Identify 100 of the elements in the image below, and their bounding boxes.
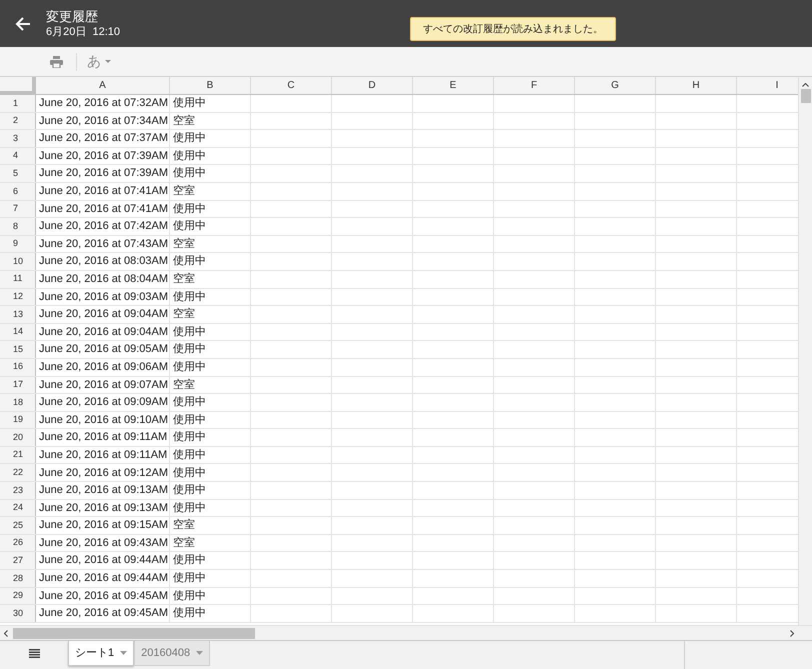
- scroll-up-icon: [802, 83, 809, 87]
- table-cell: 空室: [170, 270, 251, 288]
- caret-icon: [120, 651, 128, 655]
- table-cell: June 20, 2016 at 09:03AM: [36, 288, 170, 306]
- table-cell: June 20, 2016 at 08:03AM: [36, 253, 170, 270]
- scrollbar-thumb[interactable]: [800, 89, 810, 103]
- table-cell: June 20, 2016 at 07:42AM: [36, 218, 170, 235]
- table-cell: 空室: [170, 306, 251, 323]
- table-cell: June 20, 2016 at 09:06AM: [36, 358, 170, 376]
- notification-toast: すべての改訂履歴が読み込まれました。: [410, 17, 616, 41]
- table-cell: 使用中: [170, 253, 251, 270]
- row-header[interactable]: 8: [0, 218, 36, 235]
- column-header[interactable]: H: [656, 77, 737, 94]
- table-cell: June 20, 2016 at 09:04AM: [36, 324, 170, 340]
- table-cell: June 20, 2016 at 07:39AM: [36, 165, 170, 182]
- table-cell: June 20, 2016 at 09:09AM: [36, 394, 170, 411]
- row-header[interactable]: 28: [0, 570, 36, 587]
- caret-icon: [196, 651, 204, 655]
- table-cell: 使用中: [170, 148, 251, 164]
- table-cell: June 20, 2016 at 07:43AM: [36, 236, 170, 252]
- table-cell: June 20, 2016 at 08:04AM: [36, 270, 170, 288]
- table-cell: 使用中: [170, 464, 251, 482]
- table-cell: 空室: [170, 517, 251, 534]
- row-header[interactable]: 9: [0, 236, 36, 252]
- table-cell: 空室: [170, 236, 251, 252]
- scrollbar-thumb[interactable]: [13, 628, 255, 638]
- table-cell: 空室: [170, 112, 251, 130]
- table-cell: 使用中: [170, 200, 251, 218]
- row-header[interactable]: 19: [0, 412, 36, 428]
- row-header[interactable]: 26: [0, 534, 36, 552]
- table-cell: 使用中: [170, 552, 251, 570]
- row-header[interactable]: 30: [0, 605, 36, 622]
- row-header[interactable]: 3: [0, 130, 36, 147]
- column-header[interactable]: B: [170, 77, 251, 94]
- row-header[interactable]: 13: [0, 306, 36, 323]
- row-header[interactable]: 11: [0, 270, 36, 288]
- row-header[interactable]: 1: [0, 95, 36, 112]
- table-cell: June 20, 2016 at 09:04AM: [36, 306, 170, 323]
- row-header[interactable]: 5: [0, 165, 36, 182]
- table-cell: 使用中: [170, 570, 251, 587]
- table-cell: 使用中: [170, 588, 251, 604]
- row-header[interactable]: 23: [0, 482, 36, 499]
- back-arrow-icon: [15, 16, 31, 32]
- row-header[interactable]: 15: [0, 341, 36, 358]
- table-cell: June 20, 2016 at 09:44AM: [36, 570, 170, 587]
- table-cell: 使用中: [170, 482, 251, 499]
- row-header[interactable]: 12: [0, 288, 36, 306]
- row-header[interactable]: 25: [0, 517, 36, 534]
- table-cell: 空室: [170, 376, 251, 394]
- row-header[interactable]: 24: [0, 500, 36, 516]
- table-cell: June 20, 2016 at 09:07AM: [36, 376, 170, 394]
- table-cell: June 20, 2016 at 09:12AM: [36, 464, 170, 482]
- row-header[interactable]: 16: [0, 358, 36, 376]
- table-cell: 使用中: [170, 218, 251, 235]
- row-header[interactable]: 17: [0, 376, 36, 394]
- print-icon: [50, 56, 62, 68]
- column-header[interactable]: E: [413, 77, 494, 94]
- column-header[interactable]: C: [251, 77, 332, 94]
- table-cell: June 20, 2016 at 09:05AM: [36, 341, 170, 358]
- scroll-left-icon: [4, 630, 8, 636]
- table-cell: June 20, 2016 at 09:43AM: [36, 534, 170, 552]
- sheet-tab[interactable]: シート1: [68, 641, 134, 666]
- row-header[interactable]: 7: [0, 200, 36, 218]
- table-cell: 使用中: [170, 429, 251, 446]
- table-cell: June 20, 2016 at 07:32AM: [36, 95, 170, 112]
- row-header[interactable]: 29: [0, 588, 36, 604]
- row-header[interactable]: 21: [0, 446, 36, 464]
- column-header[interactable]: F: [494, 77, 575, 94]
- revision-date: 6月20日 12:10: [46, 24, 120, 40]
- table-cell: June 20, 2016 at 09:11AM: [36, 429, 170, 446]
- row-header[interactable]: 18: [0, 394, 36, 411]
- table-cell: June 20, 2016 at 07:41AM: [36, 182, 170, 200]
- sheet-tab[interactable]: 20160408: [134, 641, 210, 666]
- row-header[interactable]: 14: [0, 324, 36, 340]
- table-cell: June 20, 2016 at 07:41AM: [36, 200, 170, 218]
- table-cell: 使用中: [170, 95, 251, 112]
- column-header[interactable]: A: [36, 77, 170, 94]
- table-cell: 使用中: [170, 341, 251, 358]
- row-header[interactable]: 6: [0, 182, 36, 200]
- table-cell: June 20, 2016 at 09:44AM: [36, 552, 170, 570]
- table-cell: 使用中: [170, 165, 251, 182]
- row-header[interactable]: 4: [0, 148, 36, 164]
- row-header[interactable]: 10: [0, 253, 36, 270]
- table-cell: June 20, 2016 at 09:45AM: [36, 588, 170, 604]
- row-header[interactable]: 20: [0, 429, 36, 446]
- column-header[interactable]: D: [332, 77, 413, 94]
- menu-icon: [28, 648, 40, 658]
- row-header[interactable]: 27: [0, 552, 36, 570]
- window-title: 変更履歴: [46, 8, 99, 24]
- row-header[interactable]: 22: [0, 464, 36, 482]
- table-cell: June 20, 2016 at 09:11AM: [36, 446, 170, 464]
- table-cell: 空室: [170, 534, 251, 552]
- column-header[interactable]: G: [575, 77, 656, 94]
- table-cell: 使用中: [170, 288, 251, 306]
- row-header[interactable]: 2: [0, 112, 36, 130]
- table-cell: June 20, 2016 at 09:13AM: [36, 482, 170, 499]
- table-cell: June 20, 2016 at 09:15AM: [36, 517, 170, 534]
- caret-icon: [105, 60, 111, 63]
- table-cell: June 20, 2016 at 07:34AM: [36, 112, 170, 130]
- table-cell: 使用中: [170, 412, 251, 428]
